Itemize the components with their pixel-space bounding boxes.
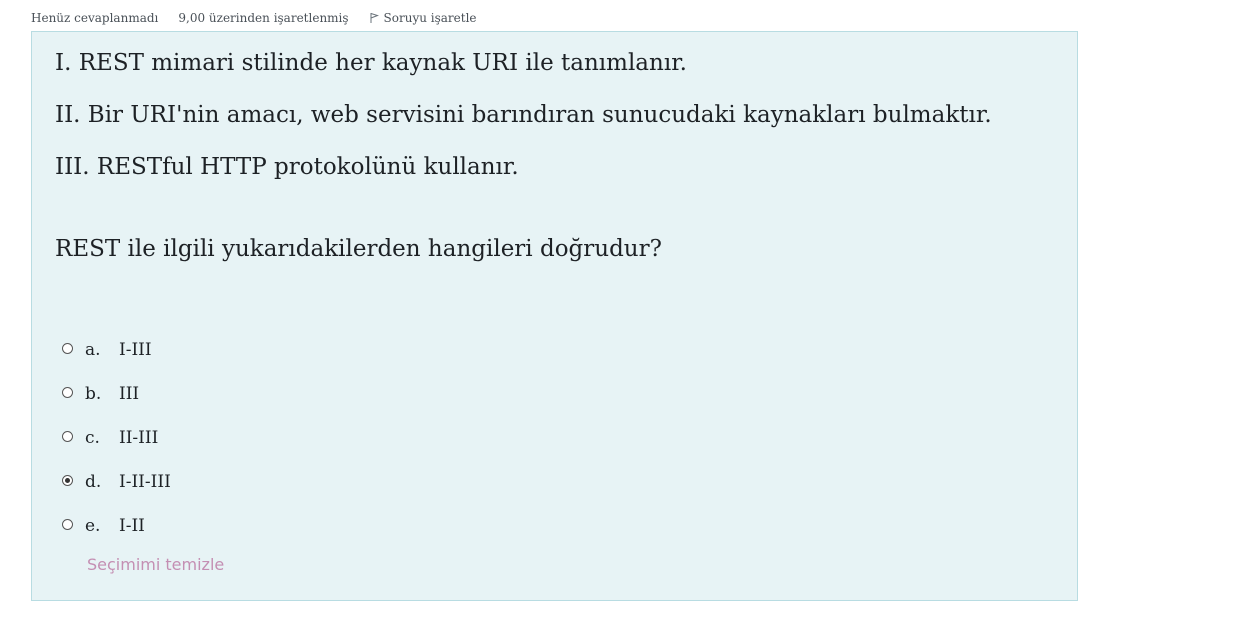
answer-letter: d.	[85, 472, 102, 492]
statement-3: III. RESTful HTTP protokolünü kullanır.	[55, 154, 519, 180]
answer-text: II-III	[119, 428, 159, 448]
answer-letter: b.	[85, 384, 102, 404]
clear-choice-link[interactable]: Seçimimi temizle	[87, 555, 224, 574]
question-prompt: REST ile ilgili yukarıdakilerden hangile…	[55, 236, 662, 262]
statement-1: I. REST mimari stilinde her kaynak URI i…	[55, 50, 687, 76]
question-state: Henüz cevaplanmadı	[31, 11, 159, 25]
answer-option-c[interactable]: c. II-III	[62, 416, 171, 460]
answer-list: a. I-III b. III c. II-III d. I-II-III e.…	[62, 328, 171, 548]
answer-letter: a.	[85, 340, 101, 360]
flag-question-link[interactable]: Soruyu işaretle	[369, 11, 477, 25]
statement-2: II. Bir URI'nin amacı, web servisini bar…	[55, 102, 992, 128]
answer-radio-e[interactable]	[62, 518, 73, 530]
answer-option-d[interactable]: d. I-II-III	[62, 460, 171, 504]
answer-text: I-III	[119, 340, 152, 360]
flag-icon	[370, 13, 379, 23]
answer-text: I-II-III	[119, 472, 171, 492]
answer-option-b[interactable]: b. III	[62, 372, 171, 416]
question-grade: 9,00 üzerinden işaretlenmiş	[178, 11, 349, 25]
question-text: I. REST mimari stilinde her kaynak URI i…	[55, 48, 992, 286]
answer-radio-b[interactable]	[62, 386, 73, 398]
answer-radio-c[interactable]	[62, 430, 73, 442]
answer-text: III	[119, 384, 140, 404]
answer-option-e[interactable]: e. I-II	[62, 504, 171, 548]
question-info-bar: Henüz cevaplanmadı 9,00 üzerinden işaret…	[31, 8, 477, 28]
answer-option-a[interactable]: a. I-III	[62, 328, 171, 372]
question-panel: I. REST mimari stilinde her kaynak URI i…	[31, 31, 1078, 601]
answer-letter: e.	[85, 516, 101, 536]
answer-text: I-II	[119, 516, 145, 536]
answer-radio-d[interactable]	[62, 474, 73, 486]
answer-radio-a[interactable]	[62, 342, 73, 354]
answer-letter: c.	[85, 428, 100, 448]
flag-question-label: Soruyu işaretle	[383, 11, 477, 25]
